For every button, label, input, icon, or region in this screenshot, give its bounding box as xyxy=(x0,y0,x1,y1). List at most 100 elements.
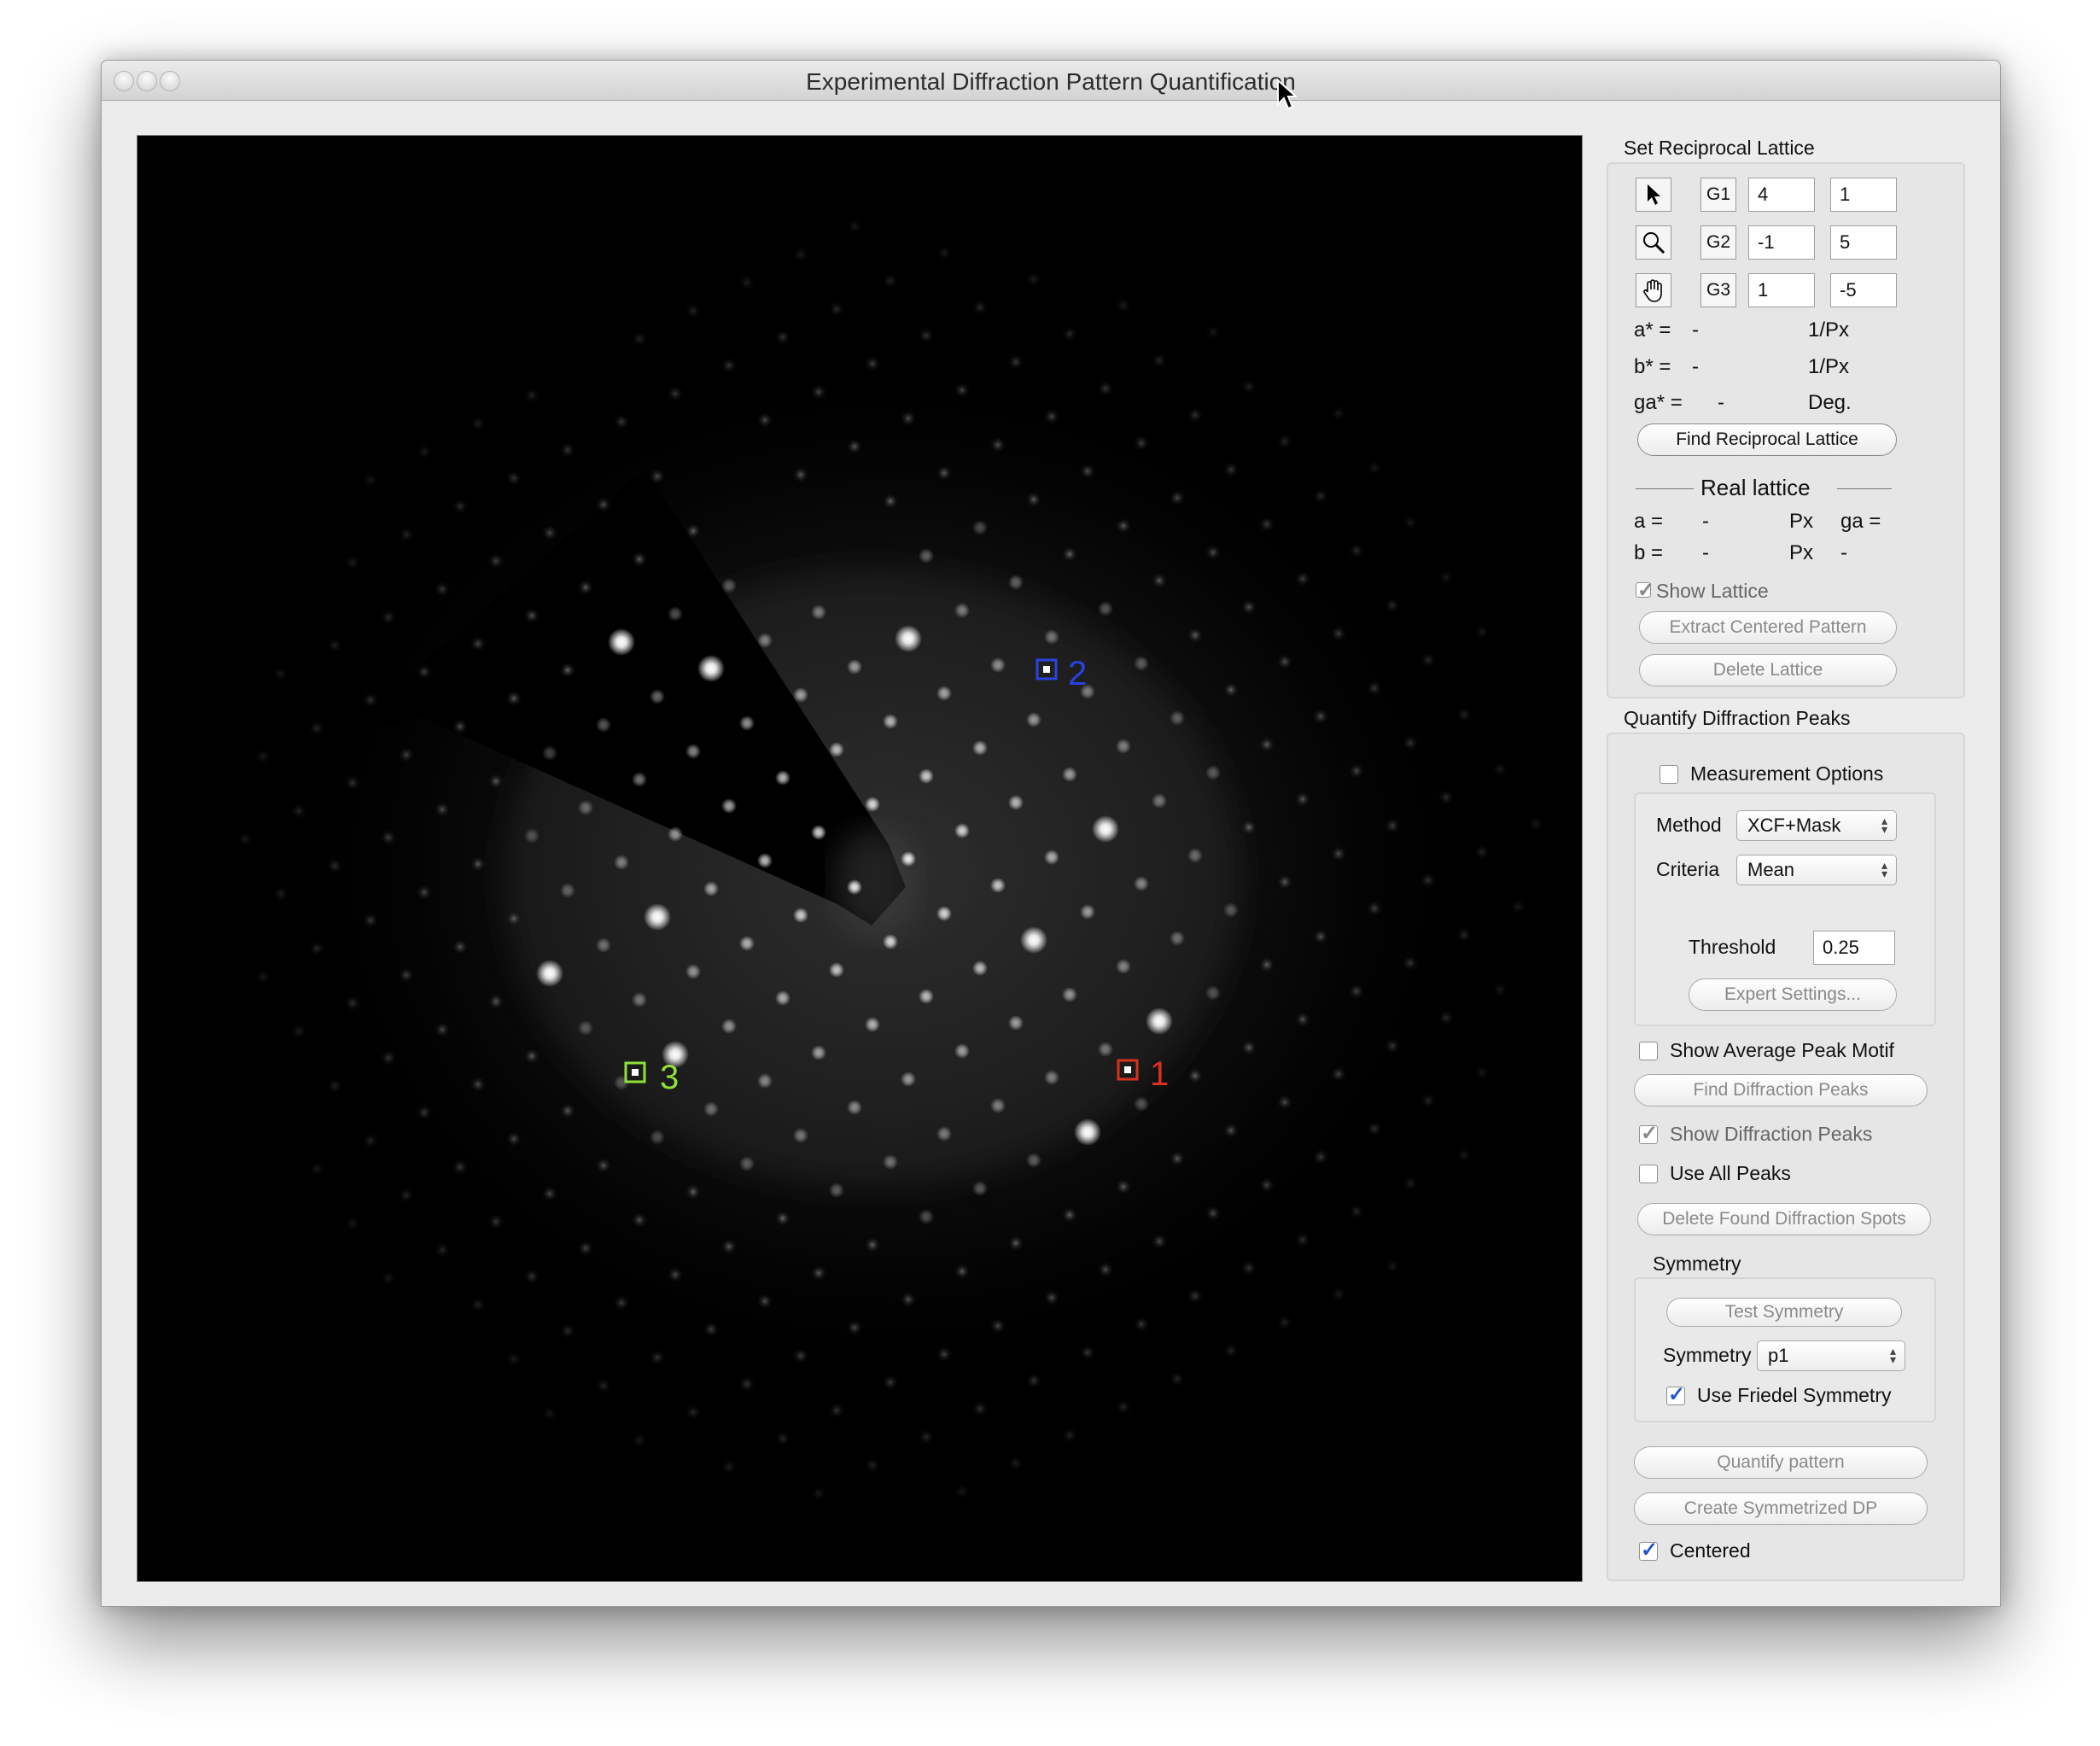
method-value: XCF+Mask xyxy=(1747,815,1841,836)
diffraction-spot xyxy=(595,1377,612,1394)
diffraction-spot xyxy=(1402,514,1419,531)
diffraction-spot xyxy=(1348,762,1365,780)
method-select[interactable]: XCF+Mask ▴ ▾ xyxy=(1736,810,1897,841)
symmetry-select[interactable]: p1 ▴ ▾ xyxy=(1757,1340,1905,1371)
diffraction-spot xyxy=(559,1323,576,1340)
diffraction-spot xyxy=(344,774,361,791)
diffraction-spot xyxy=(882,272,899,289)
diffraction-spot xyxy=(954,603,970,618)
diffraction-spot xyxy=(972,520,988,535)
diffraction-spot xyxy=(971,299,989,316)
test-symmetry-button[interactable]: Test Symmetry xyxy=(1666,1298,1902,1327)
g1-button[interactable]: G1 xyxy=(1700,178,1736,212)
diffraction-spot xyxy=(434,801,451,818)
diffraction-spot xyxy=(1258,516,1275,533)
g1-h-input[interactable] xyxy=(1748,178,1815,212)
g1-k-input[interactable] xyxy=(1830,178,1897,212)
diffraction-spot xyxy=(308,1160,325,1177)
diffraction-spot xyxy=(811,825,826,840)
diffraction-spot xyxy=(1366,1120,1383,1137)
threshold-input[interactable] xyxy=(1813,931,1895,965)
diffraction-image-viewer[interactable]: 1 2 3 xyxy=(137,135,1583,1582)
measurement-options-checkbox[interactable] xyxy=(1660,765,1678,784)
pointer-tool-button[interactable] xyxy=(1636,178,1671,212)
use-all-peaks-checkbox[interactable] xyxy=(1639,1165,1658,1183)
diffraction-spot xyxy=(1294,1011,1311,1028)
diffraction-spot xyxy=(487,773,505,790)
g3-h-input[interactable] xyxy=(1748,273,1815,307)
diffraction-spot xyxy=(1115,297,1132,314)
diffraction-spot xyxy=(1330,625,1347,642)
diffraction-spot xyxy=(810,383,827,400)
diffraction-spot xyxy=(1044,1070,1059,1085)
centered-checkbox[interactable] xyxy=(1639,1538,1658,1562)
expert-settings-button[interactable]: Expert Settings... xyxy=(1689,978,1897,1011)
g3-k-input[interactable] xyxy=(1830,273,1897,307)
symmetry-title: Symmetry xyxy=(1653,1253,1741,1275)
use-friedel-symmetry-checkbox[interactable] xyxy=(1666,1382,1685,1407)
diffraction-spot xyxy=(721,798,737,814)
diffraction-spot xyxy=(380,829,397,846)
delete-lattice-button[interactable]: Delete Lattice xyxy=(1639,654,1897,686)
diffraction-spot xyxy=(1258,956,1275,973)
diffraction-spot xyxy=(308,940,325,957)
diffraction-spot xyxy=(577,579,594,596)
diffraction-spot xyxy=(1026,712,1041,727)
diffraction-spot xyxy=(650,689,665,704)
diffraction-pattern-image[interactable]: 1 2 3 xyxy=(137,136,1582,1581)
criteria-select[interactable]: Mean ▴ ▾ xyxy=(1736,855,1897,885)
diffraction-spot xyxy=(810,1264,827,1282)
diffraction-spot xyxy=(326,637,343,654)
quantify-pattern-button[interactable]: Quantify pattern xyxy=(1634,1446,1928,1479)
diffraction-spot xyxy=(846,1319,863,1336)
diffraction-spot xyxy=(828,301,845,318)
diffraction-spot xyxy=(720,357,738,374)
g2-k-input[interactable] xyxy=(1830,225,1897,260)
show-lattice-checkbox[interactable] xyxy=(1636,578,1654,603)
diffraction-spot xyxy=(1133,435,1150,452)
delete-found-diffraction-spots-button[interactable]: Delete Found Diffraction Spots xyxy=(1637,1203,1931,1235)
peak-marker-3-label: 3 xyxy=(660,1059,679,1096)
diffraction-spot xyxy=(685,523,702,540)
diffraction-spot xyxy=(685,302,702,319)
zoom-icon xyxy=(1643,232,1665,254)
a-star-unit: 1/Px xyxy=(1808,318,1850,342)
diffraction-spot xyxy=(1366,680,1383,697)
diffraction-spot xyxy=(1527,815,1544,832)
diffraction-spot xyxy=(416,884,433,901)
diffraction-spot xyxy=(1384,817,1401,834)
diffraction-spot xyxy=(1312,708,1329,725)
diffraction-spot xyxy=(559,1102,576,1119)
g2-button[interactable]: G2 xyxy=(1700,225,1736,260)
diffraction-spot xyxy=(792,1347,809,1364)
diffraction-spot xyxy=(954,1263,971,1280)
find-diffraction-peaks-button[interactable]: Find Diffraction Peaks xyxy=(1634,1074,1928,1107)
g2-h-input[interactable] xyxy=(1748,225,1815,260)
find-reciprocal-lattice-button[interactable]: Find Reciprocal Lattice xyxy=(1637,423,1897,456)
diffraction-spot xyxy=(362,692,379,709)
g3-button[interactable]: G3 xyxy=(1700,273,1736,307)
diffraction-spot xyxy=(631,1432,648,1449)
show-average-peak-motif-checkbox[interactable] xyxy=(1639,1042,1658,1060)
diffraction-spot xyxy=(882,493,899,510)
diffraction-spot xyxy=(739,715,755,731)
diffraction-spot xyxy=(1473,623,1490,640)
diffraction-spot xyxy=(1026,1153,1041,1168)
diffraction-spot xyxy=(362,912,379,929)
hand-tool-button[interactable] xyxy=(1636,273,1671,307)
diffraction-spot xyxy=(864,1236,881,1253)
diffraction-spot xyxy=(1043,408,1060,425)
diffraction-spot xyxy=(919,1209,934,1224)
show-diffraction-peaks-checkbox[interactable] xyxy=(1639,1121,1658,1146)
diffraction-spot xyxy=(703,881,719,896)
zoom-tool-button[interactable] xyxy=(1636,225,1671,260)
diffraction-spot xyxy=(1170,710,1185,726)
diffraction-spot xyxy=(559,662,576,679)
diffraction-spot xyxy=(524,828,540,844)
title-bar[interactable]: Experimental Diffraction Pattern Quantif… xyxy=(102,61,2000,101)
create-symmetrized-dp-button[interactable]: Create Symmetrized DP xyxy=(1634,1492,1928,1525)
diffraction-spot xyxy=(523,607,540,624)
diffraction-spot xyxy=(703,1101,719,1117)
extract-centered-pattern-button[interactable]: Extract Centered Pattern xyxy=(1639,611,1897,644)
diffraction-spot xyxy=(1169,489,1186,506)
